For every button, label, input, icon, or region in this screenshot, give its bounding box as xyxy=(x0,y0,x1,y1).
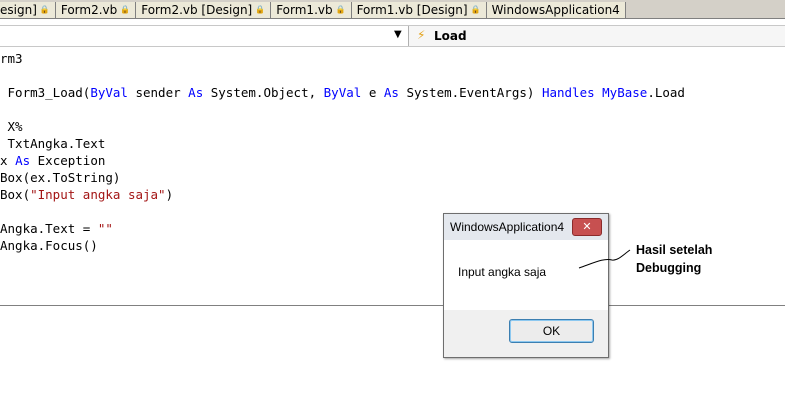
annotation-pointer-line xyxy=(578,249,631,269)
annotation-note: Hasil setelah Debugging xyxy=(636,241,712,277)
annotation-line-1: Hasil setelah xyxy=(636,243,713,257)
annotation-line-2: Debugging xyxy=(636,261,702,275)
